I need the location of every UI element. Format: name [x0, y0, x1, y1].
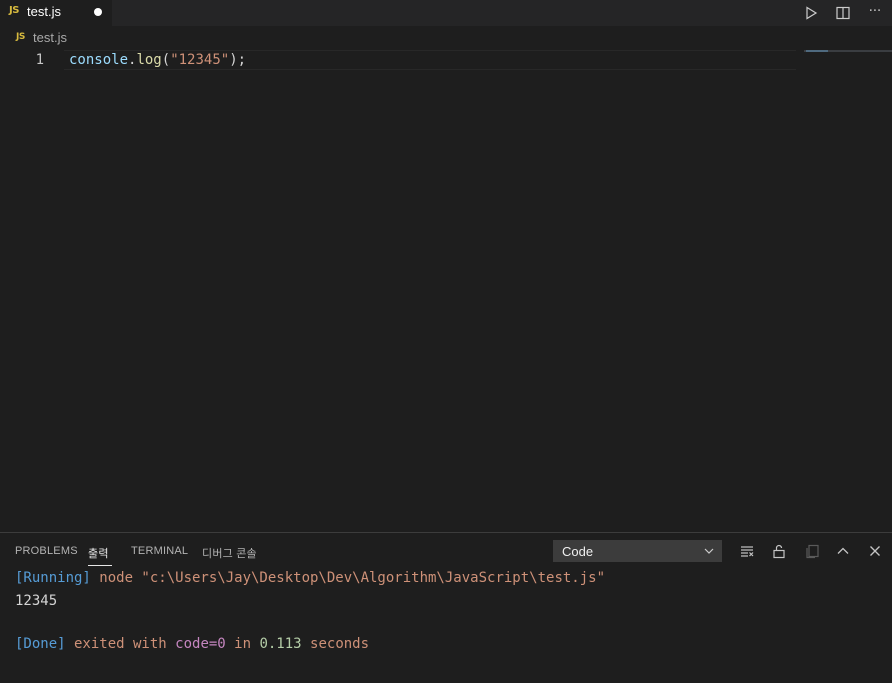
code-line[interactable]: console.log("12345"); — [69, 52, 246, 68]
tab-test-js[interactable]: JS test.js — [0, 0, 112, 26]
editor-tab-bar: JS test.js ··· — [0, 0, 892, 26]
exit-code: code=0 — [175, 636, 226, 652]
in-text: in — [225, 636, 260, 652]
clear-output-icon[interactable] — [738, 542, 756, 560]
tab-terminal[interactable]: TERMINAL — [131, 545, 188, 557]
split-editor-icon[interactable] — [833, 3, 853, 23]
unsaved-dot-icon[interactable] — [94, 8, 102, 16]
done-tag: [Done] — [15, 636, 66, 652]
javascript-file-icon: JS — [9, 5, 19, 16]
code-editor[interactable]: 1 console.log("12345"); — [0, 50, 892, 532]
tab-output[interactable]: 출력 — [88, 545, 109, 561]
output-channel-value: Code — [562, 544, 594, 559]
more-actions-icon[interactable]: ··· — [865, 1, 885, 21]
code-token-string: "12345" — [170, 52, 230, 68]
javascript-file-icon: JS — [16, 32, 25, 42]
maximize-panel-icon[interactable] — [834, 542, 852, 560]
code-token-paren-close: ); — [229, 52, 247, 68]
line-number: 1 — [35, 52, 44, 68]
copy-icon[interactable] — [803, 542, 821, 560]
tab-filename: test.js — [27, 4, 61, 19]
lock-icon[interactable] — [770, 542, 788, 560]
output-channel-select[interactable]: Code — [553, 540, 722, 562]
play-icon[interactable] — [801, 3, 821, 23]
minimap-code — [806, 50, 828, 52]
exited-with-text: exited with — [65, 636, 176, 652]
run-command: node "c:\Users\Jay\Desktop\Dev\Algorithm… — [90, 570, 606, 586]
tab-problems[interactable]: PROBLEMS — [15, 545, 78, 557]
output-line-done: [Done] exited with code=0 in 0.113 secon… — [15, 636, 369, 652]
breadcrumb-filename[interactable]: test.js — [33, 30, 67, 45]
tab-debug-console[interactable]: 디버그 콘솔 — [202, 545, 257, 561]
code-token-method: log — [136, 52, 162, 68]
code-token-paren-open: ( — [161, 52, 171, 68]
output-line-result: 12345 — [15, 593, 58, 609]
close-panel-icon[interactable] — [866, 542, 884, 560]
active-tab-indicator — [88, 565, 112, 566]
running-tag: [Running] — [15, 570, 91, 586]
seconds-text: seconds — [301, 636, 370, 652]
bottom-panel: PROBLEMS 출력 TERMINAL 디버그 콘솔 Code [Runnin… — [0, 532, 892, 683]
output-line-running: [Running] node "c:\Users\Jay\Desktop\Dev… — [15, 570, 605, 586]
chevron-down-icon — [704, 548, 714, 554]
breadcrumb: JS test.js — [0, 26, 892, 50]
seconds-value: 0.113 — [259, 636, 302, 652]
code-token-object: console — [69, 52, 129, 68]
